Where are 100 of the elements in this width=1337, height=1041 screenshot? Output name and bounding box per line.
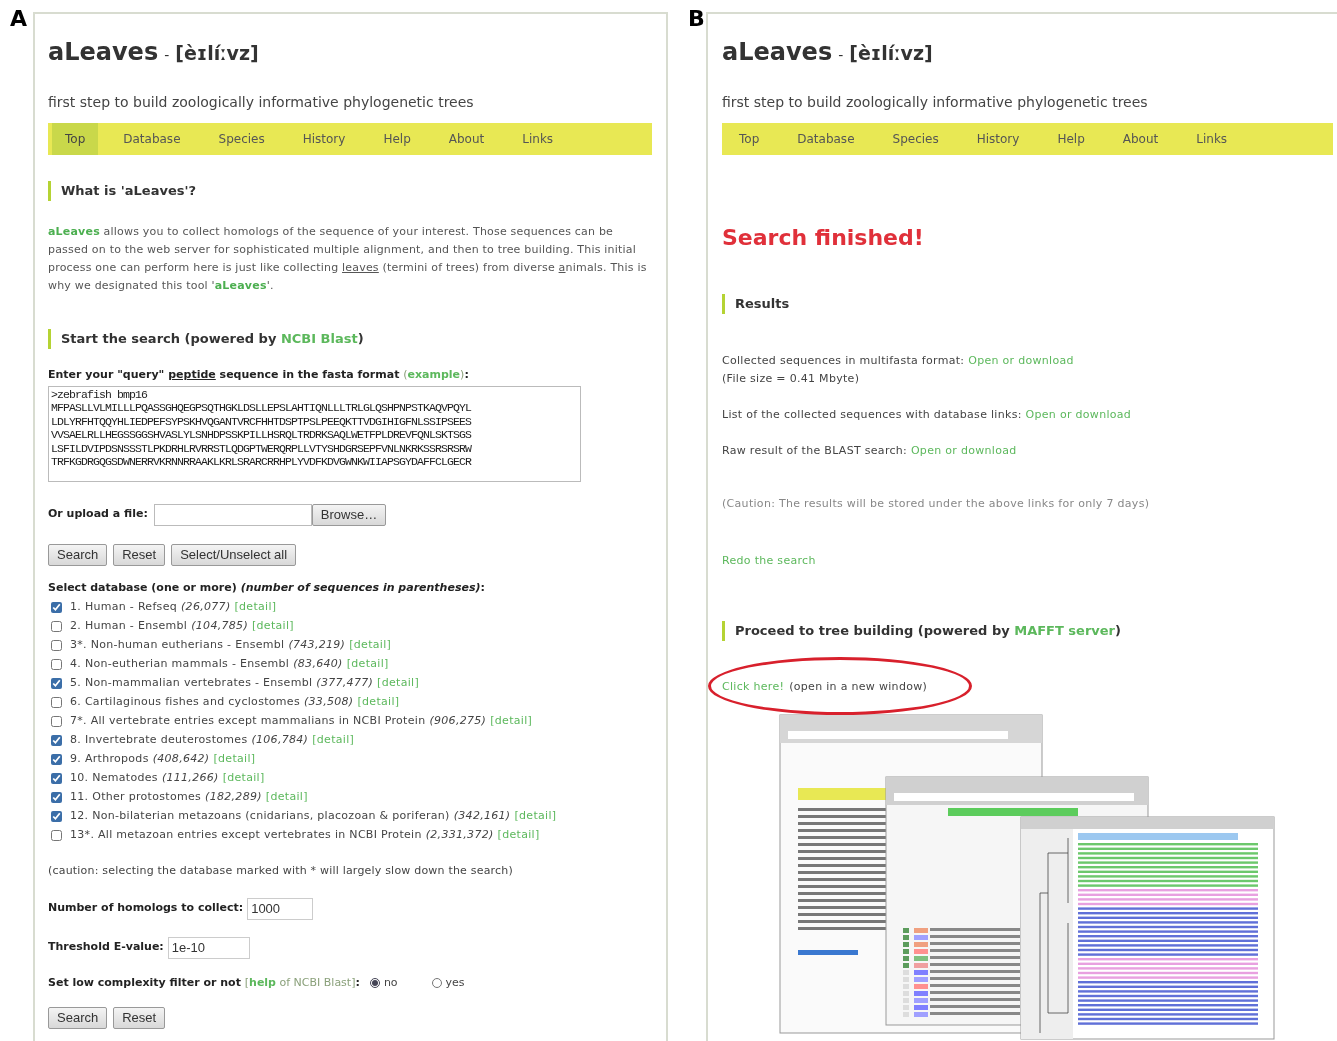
database-name: 9. Arthropods [70,751,149,768]
database-name: 13*. All metazoan entries except vertebrates in NCBI Protein [70,827,422,844]
text-field[interactable]: 1000 [247,897,314,920]
pronunciation: [èɪlíːvz] [175,41,259,66]
section-heading: Proceed to tree building (powered by MAFFT server) [735,622,1121,641]
text-field[interactable]: 1e-10 [167,936,250,959]
checkbox[interactable] [51,792,62,803]
checkbox[interactable] [51,811,62,822]
sequence-textarea[interactable]: >zebrafish bmp16 MFPASLLVLMILLLPQASSGHQEGPSQTHGKLDSLLEPSLAHTIQNLLLTRLGLQSHPNPSTKAQVPQYL LDLYRFHTQQYHLIEDPEFSYPSKHVQGANTVRCFHHTDSPTPSLPEEQKTTVDGIHIGFNLSSIPSEES VVSAELRLLHEGSSGGSHVASLYLSNHDPSSKPILLHSRQLTRDRKSAQLWETFPLDREVFQNLSKTSGS LSFILDVIPDSNSSSTLPKDRHLRVRRSTLQDGPTWERQRPLLVTYSHDGRSEPFVNLNKRKSSRSRSRW TRFKGDRGQGSDWNERRVKRNNRRAAKLKRLSRARCRRHPLYVDFKDVGWNKWIIAPSGYDAFFCLGECR [48,385,581,482]
heading-bar [48,329,51,349]
form-button[interactable]: Select/Unselect all [171,543,297,566]
checkbox[interactable] [51,659,62,670]
database-name: 8. Invertebrate deuterostomes [70,732,248,749]
field-label: Threshold E-value: [48,939,164,956]
database-name: 4. Non-eutherian mammals - Ensembl [70,656,290,673]
nav-tab[interactable]: About [1109,123,1172,155]
sequence-count: (111,266) [161,770,219,787]
database-name: 7*. All vertebrate entries except mammalians in NCBI Protein [70,713,426,730]
section-heading: What is 'aLeaves'? [61,182,196,201]
caution-note: (caution: selecting the database marked with * will largely slow down the search) [48,863,514,879]
checkbox[interactable] [51,621,62,632]
form-button[interactable]: Reset [113,543,166,566]
title-separator: - [164,46,170,65]
database-name: 1. Human - Refseq [70,599,177,616]
pronunciation: [èɪlíːvz] [849,41,933,66]
radio-button[interactable] [431,977,442,988]
checkbox[interactable] [51,697,62,708]
database-name: 5. Non-mammalian vertebrates - Ensembl [70,675,313,692]
query-label: Enter your "query" peptide sequence in the fasta format (example): [48,367,470,383]
sequence-count: (906,275) [429,713,487,730]
nav-tab[interactable]: History [289,123,359,155]
form-button[interactable]: Browse… [311,503,387,526]
heading-bar [48,181,51,201]
nav-tab[interactable]: About [435,123,498,155]
sequence-count: (83,640) [293,656,343,673]
title-separator: - [838,46,844,65]
checkbox[interactable] [51,602,62,613]
nav-tab[interactable]: Links [509,123,567,155]
database-name: 11. Other protostomes [70,789,202,806]
nav-tab[interactable]: Top [726,123,773,155]
section-heading: Results [735,295,790,314]
nav-tab[interactable]: Top [52,123,99,155]
nav-tab[interactable]: Help [370,123,424,155]
nav-tab[interactable]: Links [1183,123,1241,155]
database-name: 2. Human - Ensembl [70,618,188,635]
tagline: first step to build zoologically informative phylogenetic trees [48,93,475,112]
checkbox[interactable] [51,640,62,651]
result-line: List of the collected sequences with database links: Open or download [722,407,1133,423]
checkbox[interactable] [51,830,62,841]
database-heading: Select database (one or more) (number of sequences in parentheses): [48,579,486,596]
sequence-count: (182,289) [205,789,262,806]
form-button[interactable]: Reset [113,1007,166,1029]
database-name: 6. Cartilaginous fishes and cyclostomes [70,694,300,711]
checkbox[interactable] [51,678,62,689]
panel-label: B [688,6,705,31]
form-button[interactable]: Search [48,543,108,566]
database-name: 10. Nematodes [70,770,158,787]
sequence-count: (377,477) [316,675,374,692]
nav-tab[interactable]: History [963,123,1033,155]
open-note: (open in a new window) [789,678,928,695]
checkbox[interactable] [51,754,62,765]
result-line: Collected sequences in multifasta format: Open or download [722,353,1075,369]
radio-button[interactable] [369,977,380,988]
upload-label: Or upload a file: [48,506,148,523]
checkbox[interactable] [51,716,62,727]
nav-tab[interactable]: Help [1044,123,1098,155]
radio-label: no [383,974,398,991]
sequence-count: (104,785) [191,618,248,635]
nav-tab[interactable]: Species [205,123,278,155]
tagline: first step to build zoologically informative phylogenetic trees [722,93,1149,112]
sequence-count: (342,161) [453,808,511,825]
intro-paragraph: aLeaves allows you to collect homologs of the sequence of your interest. Those sequences can be passed on to the web server for sophisticated multiple alignment, and then to tree building. This initial process one can perform here is just like collecting leaves (termini of trees) from diverse animals. This is why we designated this tool 'aLeaves'. [48,224,648,294]
nav-tab[interactable]: Database [784,123,868,155]
field-label: Number of homologs to collect: [48,900,244,917]
form-button[interactable]: Search [48,1007,108,1029]
status-heading: Search finished! [722,224,925,252]
heading-bar [722,621,725,641]
filter-label: Set low complexity filter or not [help of NCBI Blast]: [48,974,360,991]
database-name: 3*. Non-human eutherians - Ensembl [70,637,285,654]
database-name: 12. Non-bilaterian metazoans (cnidarians, placozoan & poriferan) [70,808,450,825]
file-size-note: (File size = 0.41 Mbyte) [722,371,861,387]
panel-label: A [10,6,28,31]
nav-tab[interactable]: Species [879,123,952,155]
radio-label: yes [445,974,465,991]
section-heading: Start the search (powered by NCBI Blast) [61,330,364,349]
sequence-count: (408,642) [152,751,210,768]
sequence-count: (33,508) [303,694,354,711]
sequence-count: (26,077) [181,599,231,616]
file-path-field[interactable] [153,503,312,526]
caution-note: (Caution: The results will be stored under the above links for only 7 days) [722,496,1151,512]
sequence-count: (2,331,372) [425,827,494,844]
sequence-count: (106,784) [251,732,309,749]
result-line: Raw result of the BLAST search: Open or download [722,443,1018,459]
nav-tab[interactable]: Database [110,123,194,155]
sequence-count: (743,219) [288,637,346,654]
checkbox[interactable] [51,773,62,784]
site-title: aLeaves [722,37,833,68]
site-title: aLeaves [48,37,159,68]
heading-bar [722,294,725,314]
checkbox[interactable] [51,735,62,746]
